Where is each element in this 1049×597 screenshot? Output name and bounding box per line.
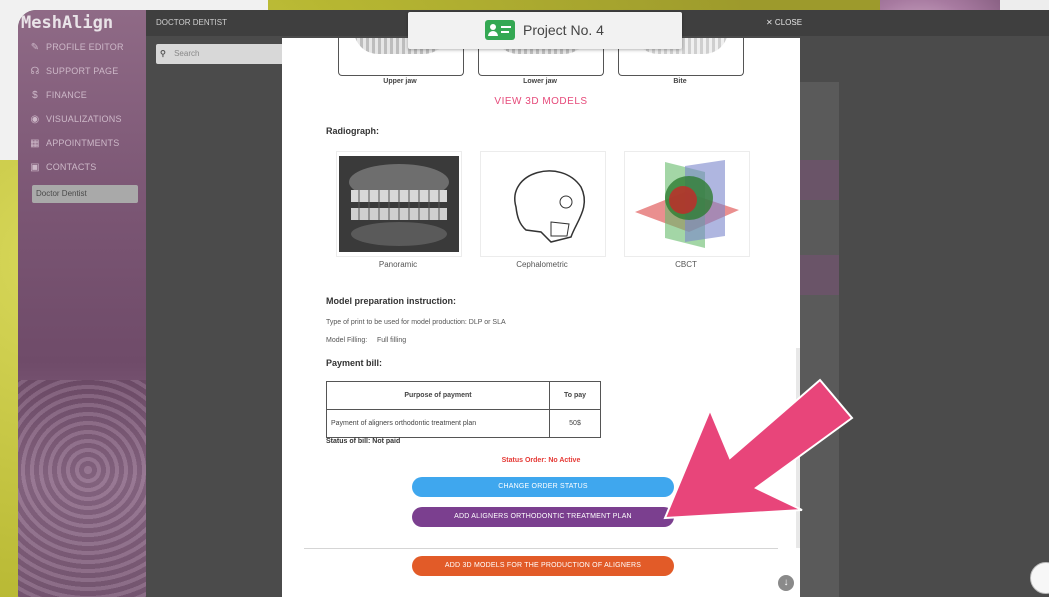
sidebar-item-label: APPOINTMENTS [46,138,120,148]
cephalometric-xray[interactable] [480,151,606,257]
to-pay-header: To pay [549,381,601,410]
sidebar-texture [18,380,146,597]
user-chip[interactable]: Doctor Dentist [32,185,138,203]
cephalometric-label: Cephalometric [516,260,568,269]
table-header-row: Purpose of payment To pay [326,381,601,410]
search-icon: ⚲ [160,49,166,58]
cbct-scan[interactable] [624,151,750,257]
radiograph-title: Radiograph: [326,126,379,136]
upper-jaw-label: Upper jaw [383,78,417,85]
lower-jaw-label: Lower jaw [523,78,557,85]
project-header: Project No. 4 [408,12,682,49]
payment-table: Purpose of payment To pay Payment of ali… [326,381,601,438]
header-title: DOCTOR DENTIST [156,18,227,27]
close-button[interactable]: ✕ CLOSE [766,10,802,36]
cbct-image [635,160,739,248]
purpose-cell: Payment of aligners orthodontic treatmen… [326,409,550,438]
sidebar-item-label: PROFILE EDITOR [46,42,124,52]
calendar-icon: ▦ [30,137,40,149]
sidebar-item-appointments[interactable]: ▦ APPOINTMENTS [30,134,119,152]
sidebar-item-label: VISUALIZATIONS [46,114,122,124]
change-order-status-button[interactable]: CHANGE ORDER STATUS [412,477,674,497]
add-treatment-plan-button[interactable]: ADD ALIGNERS ORTHODONTIC TREATMENT PLAN [412,507,674,527]
sidebar-item-label: SUPPORT PAGE [46,66,119,76]
contacts-icon: ▣ [30,161,40,173]
skull-icon [514,170,586,243]
bite-label: Bite [673,78,687,85]
model-filling-text: Model Filling: Full filling [326,337,407,344]
amount-cell: 50$ [549,409,601,438]
project-title: Project No. 4 [523,22,604,38]
sidebar-item-profile-editor[interactable]: ✎ PROFILE EDITOR [30,38,124,56]
scroll-down-icon[interactable]: ↓ [778,575,794,591]
prep-instruction-title: Model preparation instruction: [326,296,457,306]
headset-icon: ☊ [30,65,40,77]
sidebar-item-label: CONTACTS [46,162,97,172]
print-type-text: Type of print to be used for model produ… [326,319,506,326]
pointer-arrow-icon [663,378,854,520]
panoramic-image [339,156,459,252]
payment-bill-title: Payment bill: [326,358,383,368]
search-placeholder: Search [174,49,200,58]
sidebar-item-support-page[interactable]: ☊ SUPPORT PAGE [30,62,118,80]
sidebar: MeshAlign ✎ PROFILE EDITOR ☊ SUPPORT PAG… [18,10,146,597]
pencil-icon: ✎ [30,41,40,53]
sidebar-item-visualizations[interactable]: ◉ VISUALIZATIONS [30,110,122,128]
search-input[interactable]: ⚲ Search [156,44,284,64]
view-3d-models-link[interactable]: VIEW 3D MODELS [282,96,800,107]
status-bill-text: Status of bill: Not paid [326,438,401,445]
eye-icon: ◉ [30,113,40,125]
sidebar-item-label: FINANCE [46,90,87,100]
id-card-icon [485,20,515,40]
dollar-icon: $ [32,89,38,101]
purpose-header: Purpose of payment [326,381,550,410]
app-logo: MeshAlign [21,13,114,33]
table-row: Payment of aligners orthodontic treatmen… [326,409,601,438]
panoramic-label: Panoramic [378,260,418,269]
panoramic-xray[interactable] [336,151,462,257]
sidebar-item-finance[interactable]: $ FINANCE [30,86,87,104]
cbct-label: CBCT [675,260,697,269]
add-3d-models-button[interactable]: ADD 3D MODELS FOR THE PRODUCTION OF ALIG… [412,556,674,576]
sidebar-item-contacts[interactable]: ▣ CONTACTS [30,158,96,176]
